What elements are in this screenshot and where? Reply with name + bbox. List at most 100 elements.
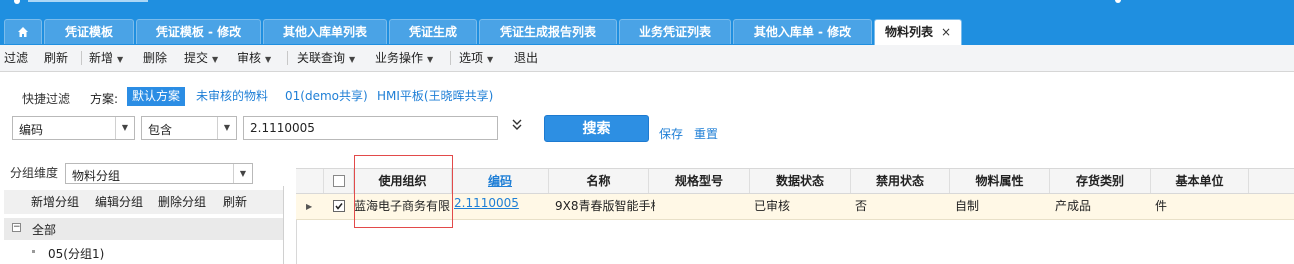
column-header-unit[interactable]: 基本单位 [1151,169,1249,193]
tab-label: 物料列表 [884,25,933,39]
tab-label: 其他入库单 - 修改 [753,25,852,39]
tab-material-list[interactable]: 物料列表 × [874,19,962,45]
close-icon[interactable]: × [941,25,951,39]
tab-business-voucher-list[interactable]: 业务凭证列表 [619,19,731,44]
filter-button[interactable]: 过滤 [4,45,28,71]
column-header-spec[interactable]: 规格型号 [649,169,750,193]
chevron-down-icon: ▼ [487,55,494,64]
tab-home[interactable] [4,19,42,44]
select-all-checkbox[interactable] [333,175,345,187]
toolbar-divider [81,51,82,65]
column-header-category[interactable]: 存货类别 [1050,169,1151,193]
related-query-label: 关联查询 [297,51,346,65]
toolbar: 过滤 刷新 新增 ▼ 删除 提交 ▼ 审核 ▼ 关联查询 ▼ 业务操作 ▼ 选项 ▼ 退出 [0,45,1294,72]
column-header-data-status[interactable]: 数据状态 [750,169,851,193]
business-operation-label: 业务操作 [375,51,424,65]
new-button[interactable]: 新增 ▼ [89,45,123,71]
filter-operator-value: 包含 [148,123,173,137]
tab-voucher-report-list[interactable]: 凭证生成报告列表 [479,19,617,44]
cell-code-link[interactable]: 2.1110005 [454,191,549,216]
search-button[interactable]: 搜索 [544,115,649,142]
column-header-attr[interactable]: 物料属性 [950,169,1050,193]
group-dimension-select[interactable]: 物料分组 ▼ [65,163,253,184]
tab-label: 其他入库单列表 [282,25,367,39]
audit-button[interactable]: 审核 ▼ [237,45,271,71]
submit-label: 提交 [184,51,209,65]
chevron-down-icon: ▼ [265,55,272,64]
refresh-group-button[interactable]: 刷新 [223,190,247,214]
tab-other-inbound-list[interactable]: 其他入库单列表 [263,19,387,44]
tree-node-all[interactable]: − 全部 [4,218,283,240]
filter-value-input[interactable]: 2.1110005 [243,116,498,140]
tab-voucher-template-edit[interactable]: 凭证模板 - 修改 [136,19,261,44]
edit-group-button[interactable]: 编辑分组 [95,190,143,214]
filter-label: 过滤 [4,51,29,65]
tab-label: 业务凭证列表 [638,25,711,39]
delete-button[interactable]: 删除 [143,45,167,71]
options-button[interactable]: 选项 ▼ [459,45,493,71]
column-header-name[interactable]: 名称 [549,169,649,193]
tab-label: 凭证模板 [64,25,113,39]
refresh-button[interactable]: 刷新 [44,45,68,71]
cell-unit: 件 [1155,199,1168,213]
logo-graphic [28,0,148,2]
app-header: 凭证模板 凭证模板 - 修改 其他入库单列表 凭证生成 凭证生成报告列表 业务凭… [0,0,1294,45]
save-scheme-link[interactable]: 保存 [659,125,683,142]
collapse-icon[interactable]: − [12,223,21,232]
toolbar-divider [287,51,288,65]
cell-disabled: 否 [855,199,868,213]
logo-icon [14,0,20,4]
new-label: 新增 [89,51,114,65]
delete-label: 删除 [143,51,168,65]
group-dimension-value: 物料分组 [72,169,121,183]
business-operation-button[interactable]: 业务操作 ▼ [375,45,433,71]
cell-data-status: 已审核 [754,199,791,213]
bullet-icon [32,250,35,253]
toolbar-divider [450,51,451,65]
tab-label: 凭证生成 [408,25,457,39]
filter-field-select[interactable]: 编码 ▼ [12,116,135,140]
column-header-disabled[interactable]: 禁用状态 [851,169,950,193]
exit-label: 退出 [514,51,539,65]
highlight-box [354,155,453,228]
scheme-demo-shared[interactable]: 01(demo共享) [285,87,368,106]
chevron-down-icon: ▼ [217,117,236,139]
related-query-button[interactable]: 关联查询 ▼ [297,45,355,71]
tab-voucher-generate[interactable]: 凭证生成 [389,19,477,44]
scheme-hmi-tablet[interactable]: HMI平板(王晓晖共享) [377,87,493,106]
options-label: 选项 [459,51,484,65]
tab-bar: 凭证模板 凭证模板 - 修改 其他入库单列表 凭证生成 凭证生成报告列表 业务凭… [0,19,1294,45]
tab-label: 凭证生成报告列表 [499,25,596,39]
delete-group-button[interactable]: 删除分组 [158,190,206,214]
chevron-down-icon: ▼ [349,55,356,64]
tab-label: 凭证模板 - 修改 [155,25,242,39]
reset-link[interactable]: 重置 [694,125,718,142]
chevron-down-icon: ▼ [115,117,134,139]
scheme-label: 方案: [90,92,119,106]
row-pointer-icon: ▶ [306,202,313,211]
tab-other-inbound-edit[interactable]: 其他入库单 - 修改 [733,19,872,44]
tab-voucher-template[interactable]: 凭证模板 [44,19,134,44]
row-indicator-header [296,169,324,193]
cell-spec [656,194,752,219]
row-checkbox[interactable] [333,200,345,212]
tree-node-group1[interactable]: 05(分组1) [48,245,104,262]
expand-filter-icon[interactable] [512,119,522,134]
exit-button[interactable]: 退出 [514,45,538,71]
select-all-cell [324,169,354,193]
filter-field-value: 编码 [19,123,44,137]
chevron-down-icon: ▼ [212,55,219,64]
scheme-unaudited[interactable]: 未审核的物料 [196,87,268,106]
scheme-default[interactable]: 默认方案 [127,87,186,106]
group-toolbar: 新增分组 编辑分组 删除分组 刷新 [4,190,283,214]
submit-button[interactable]: 提交 ▼ [184,45,218,71]
filter-operator-select[interactable]: 包含 ▼ [141,116,237,140]
add-group-button[interactable]: 新增分组 [31,190,79,214]
header-indicator-icon [1115,0,1121,3]
cell-attr: 自制 [955,199,980,213]
quick-filter-label: 快捷过滤 [22,92,71,106]
group-dimension-label: 分组维度 [10,166,59,180]
filter-value-text: 2.1110005 [250,121,315,135]
column-header-code[interactable]: 编码 [452,169,549,193]
tree-node-label: 全部 [32,223,57,237]
